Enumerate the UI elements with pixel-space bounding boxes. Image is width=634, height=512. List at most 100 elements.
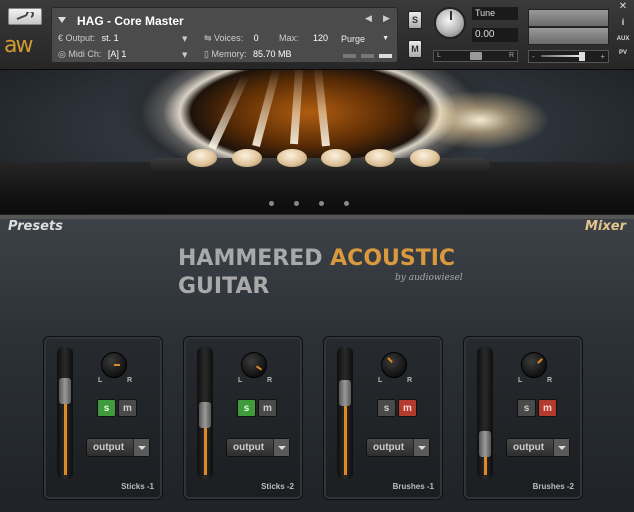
page-dot[interactable] xyxy=(269,201,274,206)
knob-indicator xyxy=(537,358,543,364)
solo-button[interactable]: s xyxy=(377,399,396,417)
volume-slider[interactable]: - + xyxy=(528,50,609,63)
voices-value: 0 xyxy=(253,33,259,43)
brand-byline: by audiowiesel xyxy=(395,273,463,283)
tune-value[interactable]: 0.00 xyxy=(472,28,518,42)
output-icon: € xyxy=(58,33,66,43)
fader-handle[interactable] xyxy=(479,431,491,458)
prev-instrument-icon[interactable]: ◀ xyxy=(365,14,372,24)
output-row[interactable]: € Output: st. 1 xyxy=(58,31,119,45)
channel-strip: L R s m output Brushes -1 xyxy=(323,336,443,500)
bridge-pin xyxy=(365,149,395,167)
midi-icon: ◎ xyxy=(58,49,69,59)
pan-right-label: R xyxy=(127,377,133,384)
close-icon[interactable]: ✕ xyxy=(616,2,630,12)
volume-fill xyxy=(541,55,581,57)
instrument-header: aw HAG - Core Master ◀ ▶ € Output: st. 1… xyxy=(0,0,634,70)
instrument-title[interactable]: HAG - Core Master xyxy=(77,14,184,28)
bridge-pin xyxy=(187,149,217,167)
voices-row: ⇋ Voices: 0 xyxy=(204,33,259,43)
voices-icon: ⇋ xyxy=(204,33,215,43)
solo-button[interactable]: s xyxy=(517,399,536,417)
mute-button[interactable]: m xyxy=(538,399,557,417)
output-dropdown-icon[interactable]: ▼ xyxy=(182,35,187,43)
knob-indicator xyxy=(114,364,120,366)
output-value[interactable]: st. 1 xyxy=(102,33,119,43)
bridge-pin xyxy=(410,149,440,167)
pan-left-label: L xyxy=(238,377,243,384)
chevron-down-icon xyxy=(133,439,149,456)
pan-slider[interactable]: L R xyxy=(433,50,518,62)
knob-indicator xyxy=(387,357,393,363)
solo-button[interactable]: s xyxy=(237,399,256,417)
pan-left-label: L xyxy=(378,377,383,384)
page-dot[interactable] xyxy=(294,201,299,206)
midi-dropdown-icon[interactable]: ▼ xyxy=(182,51,187,59)
wrench-icon[interactable] xyxy=(8,8,42,25)
knob-indicator xyxy=(255,365,263,371)
mixer-panel: Presets Mixer HAMMERED ACOUSTIC GUITAR b… xyxy=(0,215,634,512)
channel-strip: L R s m output Brushes -2 xyxy=(463,336,583,500)
level-meter-left xyxy=(528,9,609,27)
light-glow xyxy=(410,90,550,150)
output-button[interactable]: output xyxy=(366,438,430,457)
solo-button[interactable]: S xyxy=(408,11,422,29)
mute-button[interactable]: M xyxy=(408,40,422,58)
mute-button[interactable]: m xyxy=(398,399,417,417)
mute-button[interactable]: m xyxy=(258,399,277,417)
fader-handle[interactable] xyxy=(199,401,211,428)
max-voices-value[interactable]: 120 xyxy=(313,33,328,43)
purge-dropdown-icon: ▼ xyxy=(382,35,389,42)
instrument-info-panel: HAG - Core Master ◀ ▶ € Output: st. 1 ▼ … xyxy=(51,7,398,63)
chevron-down-icon xyxy=(273,439,289,456)
pv-button[interactable]: PV xyxy=(616,49,630,57)
aw-logo: aw xyxy=(4,33,33,58)
purge-menu[interactable]: Purge ▼ xyxy=(341,32,393,46)
presets-tab[interactable]: Presets xyxy=(8,217,100,237)
midi-channel-value[interactable]: [A] 1 xyxy=(108,49,127,59)
next-instrument-icon[interactable]: ▶ xyxy=(383,14,390,24)
pan-right-label: R xyxy=(547,377,553,384)
fader-handle[interactable] xyxy=(339,380,351,407)
solo-button[interactable]: s xyxy=(97,399,116,417)
channel-strip: L R s m output Sticks -1 xyxy=(43,336,163,500)
channel-name: Sticks -2 xyxy=(261,482,294,491)
pan-knob[interactable] xyxy=(521,352,547,378)
tune-label: Tune xyxy=(472,7,518,20)
pan-handle[interactable] xyxy=(470,52,482,60)
bridge-pin xyxy=(277,149,307,167)
fader-handle[interactable] xyxy=(59,378,71,405)
chevron-down-icon xyxy=(553,439,569,456)
bridge-pin xyxy=(232,149,262,167)
tune-knob[interactable] xyxy=(434,7,466,39)
volume-handle[interactable] xyxy=(579,52,585,61)
output-button[interactable]: output xyxy=(86,438,150,457)
page-dot[interactable] xyxy=(344,201,349,206)
output-button[interactable]: output xyxy=(506,438,570,457)
mute-button[interactable]: m xyxy=(118,399,137,417)
pan-knob[interactable] xyxy=(241,352,267,378)
pan-knob[interactable] xyxy=(101,352,127,378)
page-dot[interactable] xyxy=(319,201,324,206)
pan-left-label: L xyxy=(518,377,523,384)
output-button[interactable]: output xyxy=(226,438,290,457)
mixer-tab[interactable]: Mixer xyxy=(560,217,626,237)
chevron-down-icon xyxy=(413,439,429,456)
brand-logo: HAMMERED ACOUSTIC GUITAR xyxy=(178,246,456,299)
channel-strip: L R s m output Sticks -2 xyxy=(183,336,303,500)
midi-row[interactable]: ◎ Midi Ch: [A] 1 xyxy=(58,47,126,61)
max-row: Max: 120 xyxy=(279,33,329,43)
cpu-meter-3 xyxy=(379,54,392,58)
channel-name: Brushes -2 xyxy=(532,482,574,491)
pan-right-label: R xyxy=(407,377,413,384)
pan-knob[interactable] xyxy=(381,352,407,378)
channel-name: Brushes -1 xyxy=(392,482,434,491)
channel-name: Sticks -1 xyxy=(121,482,154,491)
pan-left-label: L xyxy=(98,377,103,384)
aux-button[interactable]: AUX xyxy=(616,35,630,43)
info-icon[interactable]: i xyxy=(616,18,630,27)
kontakt-instrument: aw HAG - Core Master ◀ ▶ € Output: st. 1… xyxy=(0,0,634,512)
memory-value: 85.70 MB xyxy=(252,49,292,59)
bridge-pin xyxy=(321,149,351,167)
memory-row: ▯ Memory: 85.70 MB xyxy=(204,49,292,59)
